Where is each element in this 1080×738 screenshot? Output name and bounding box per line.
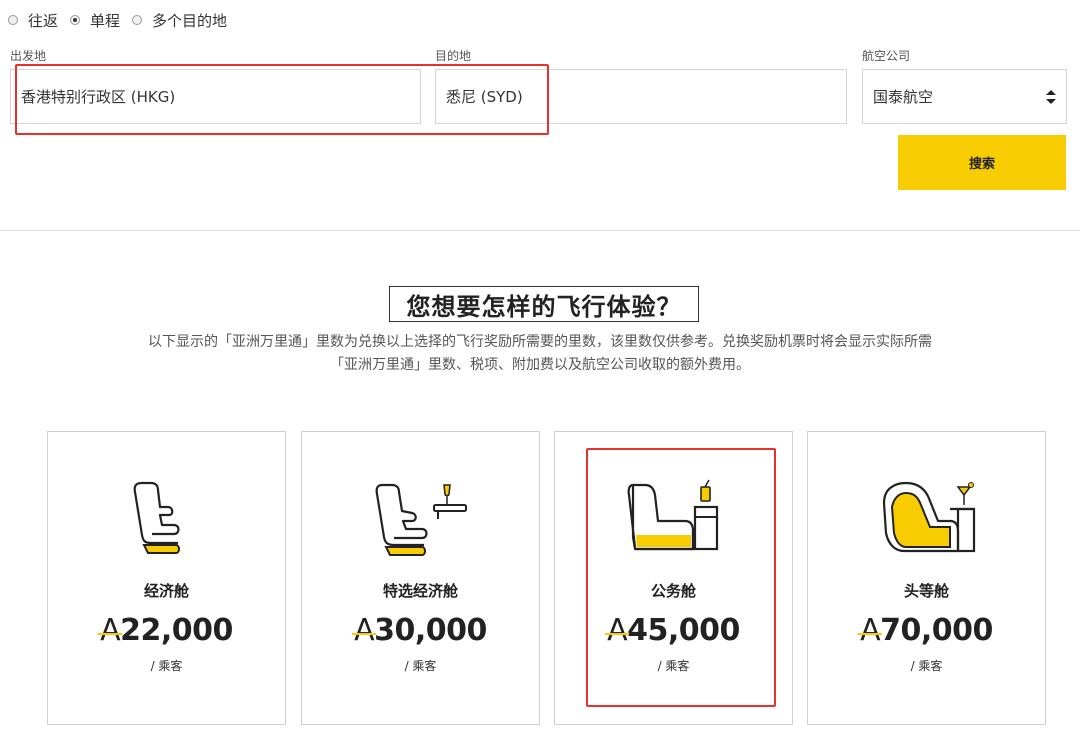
description-line: 以下显示的「亚洲万里通」里数为兑换以上选择的飞行奖励所需要的里数，该里数仅供参考…	[148, 334, 932, 350]
radio-label: 多个目的地	[152, 11, 228, 30]
airline-value: 国泰航空	[873, 88, 934, 106]
select-arrows-icon	[1046, 89, 1056, 104]
radio-label: 单程	[90, 11, 121, 30]
currency-symbol: A	[607, 613, 628, 648]
search-button[interactable]: 搜索	[898, 135, 1066, 190]
price-value: 22,000	[120, 613, 233, 648]
description-line: 「亚洲万里通」里数、税项、附加费以及航空公司收取的额外费用。	[330, 357, 750, 373]
section-title: 您想要怎样的飞行体验？	[389, 286, 699, 322]
cabin-name: 特选经济舱	[382, 582, 458, 600]
price-value: 30,000	[374, 613, 487, 648]
radio-label: 往返	[28, 11, 59, 30]
cabin-price: A30,000	[302, 613, 539, 648]
cabin-price: A70,000	[808, 613, 1045, 648]
per-passenger: / 乘客	[910, 659, 943, 673]
currency-symbol: A	[860, 613, 881, 648]
destination-value: 悉尼 (SYD)	[446, 88, 523, 106]
cabin-card-premium-economy[interactable]: 特选经济舱 A30,000 / 乘客	[301, 431, 540, 725]
destination-label: 目的地	[435, 49, 472, 63]
cabin-name: 公务舱	[650, 582, 696, 600]
radio-circle[interactable]	[70, 15, 81, 25]
origin-label: 出发地	[10, 49, 47, 63]
first-class-seat-icon	[882, 481, 976, 553]
airline-label: 航空公司	[862, 49, 911, 63]
economy-seat-icon	[133, 481, 180, 554]
radio-circle[interactable]	[132, 15, 143, 25]
cabin-name: 头等舱	[903, 582, 949, 600]
business-seat-icon	[627, 479, 719, 551]
section-description: 以下显示的「亚洲万里通」里数为兑换以上选择的飞行奖励所需要的里数，该里数仅供参考…	[0, 331, 1080, 377]
per-passenger: / 乘客	[150, 659, 183, 673]
currency-symbol: A	[100, 613, 121, 648]
radio-one-way[interactable]: 单程	[70, 10, 120, 31]
origin-input[interactable]: 香港特别行政区 (HKG)	[10, 69, 421, 124]
per-passenger: / 乘客	[657, 659, 690, 673]
price-value: 70,000	[880, 613, 993, 648]
cabin-price: A22,000	[48, 613, 285, 648]
radio-multi-city[interactable]: 多个目的地	[132, 10, 227, 31]
origin-value: 香港特别行政区 (HKG)	[21, 88, 176, 106]
radio-round-trip[interactable]: 往返	[8, 10, 58, 31]
price-value: 45,000	[627, 613, 740, 648]
airline-select[interactable]: 国泰航空	[862, 69, 1067, 124]
cabin-price: A45,000	[555, 613, 792, 648]
currency-symbol: A	[354, 613, 375, 648]
radio-circle[interactable]	[8, 15, 18, 25]
destination-input[interactable]: 悉尼 (SYD)	[435, 69, 847, 124]
cabin-card-first[interactable]: 头等舱 A70,000 / 乘客	[807, 431, 1046, 725]
cabin-card-economy[interactable]: 经济舱 A22,000 / 乘客	[47, 431, 286, 725]
cabin-name: 经济舱	[143, 582, 189, 600]
divider	[0, 230, 1080, 231]
trip-type-group: 往返 单程 多个目的地	[8, 10, 239, 30]
per-passenger: / 乘客	[404, 659, 437, 673]
cabin-card-business[interactable]: 公务舱 A45,000 / 乘客	[554, 431, 793, 725]
premium-economy-seat-icon	[375, 483, 467, 556]
